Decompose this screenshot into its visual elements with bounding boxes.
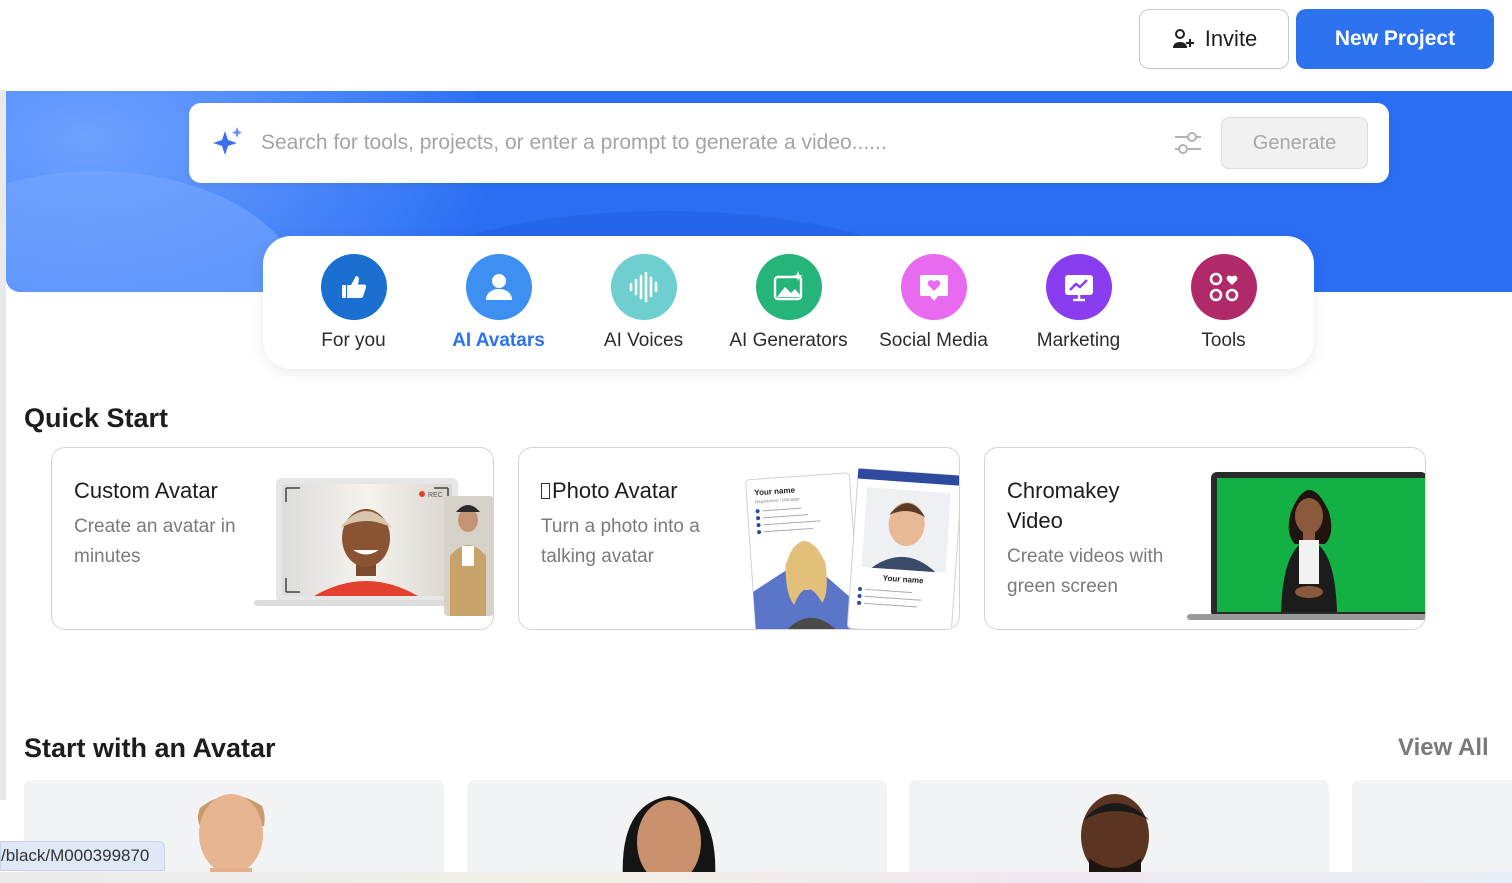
start-with-avatar-title: Start with an Avatar: [24, 733, 276, 763]
search-bar: Generate: [189, 103, 1389, 183]
avatar-card[interactable]: [467, 780, 887, 880]
bottom-bar: [0, 872, 1512, 883]
card-description: Create videos with green screen: [1007, 546, 1164, 597]
new-project-button[interactable]: New Project: [1296, 9, 1494, 69]
card-title: Chromakey Video: [1007, 478, 1120, 533]
invite-button[interactable]: Invite: [1139, 9, 1289, 69]
category-label: AI Voices: [603, 330, 684, 351]
sound-wave-icon: [610, 254, 677, 320]
category-for-you[interactable]: For you: [281, 254, 426, 354]
top-bar: Invite New Project: [0, 0, 1512, 90]
category-social-media[interactable]: Social Media: [861, 254, 1006, 354]
card-title: Photo Avatar: [541, 476, 731, 506]
add-user-icon: [1172, 29, 1194, 48]
category-label: Tools: [1201, 330, 1246, 351]
generate-button[interactable]: Generate: [1221, 117, 1368, 169]
category-bar: For you AI Avatars AI Voices AI Generato…: [263, 236, 1314, 369]
status-url-tooltip: /black/M000399870: [0, 841, 165, 871]
avatar-card[interactable]: [909, 780, 1329, 880]
avatar-portrait: [1081, 794, 1149, 880]
chromakey-video-card[interactable]: Chromakey Video Create videos with green…: [984, 447, 1426, 630]
card-description: Create an avatar in minutes: [74, 516, 236, 567]
category-ai-generators[interactable]: AI Generators: [716, 254, 861, 354]
category-marketing[interactable]: Marketing: [1006, 254, 1151, 354]
card-description: Turn a photo into a talking avatar: [541, 516, 700, 567]
category-tools[interactable]: Tools: [1151, 254, 1296, 354]
svg-text:REC: REC: [428, 492, 443, 499]
grid-heart-icon: [1190, 254, 1257, 320]
category-label: Social Media: [879, 330, 988, 351]
avatar-card[interactable]: [1352, 780, 1512, 880]
avatar-portrait: [622, 796, 716, 880]
category-ai-avatars[interactable]: AI Avatars: [426, 254, 571, 354]
card-title: Custom Avatar: [74, 478, 218, 503]
broken-glyph-icon: [541, 483, 550, 499]
user-icon: [465, 254, 532, 320]
photo-avatar-illustration: Your name Department / Manager Your name: [745, 468, 959, 629]
filter-sliders-icon[interactable]: [1173, 130, 1203, 156]
sparkle-icon: [213, 127, 242, 155]
category-label: Marketing: [1036, 330, 1121, 351]
green-screen-laptop-illustration: [1187, 472, 1425, 620]
quick-start-title: Quick Start: [24, 403, 169, 433]
custom-avatar-card[interactable]: Custom Avatar Create an avatar in minute…: [51, 447, 494, 630]
search-input[interactable]: [261, 123, 1141, 163]
view-all-link[interactable]: View All: [1398, 734, 1489, 762]
category-ai-voices[interactable]: AI Voices: [571, 254, 716, 354]
custom-avatar-illustration: REC: [254, 478, 493, 616]
category-label: AI Avatars: [452, 330, 545, 351]
photo-avatar-card[interactable]: Photo Avatar Turn a photo into a talking…: [518, 447, 960, 630]
thumbs-up-icon: [320, 254, 387, 320]
image-sparkle-icon: [755, 254, 822, 320]
heart-message-icon: [900, 254, 967, 320]
category-label: For you: [321, 330, 386, 351]
chart-board-icon: [1045, 254, 1112, 320]
invite-label: Invite: [1204, 26, 1258, 51]
category-label: AI Generators: [729, 330, 848, 351]
